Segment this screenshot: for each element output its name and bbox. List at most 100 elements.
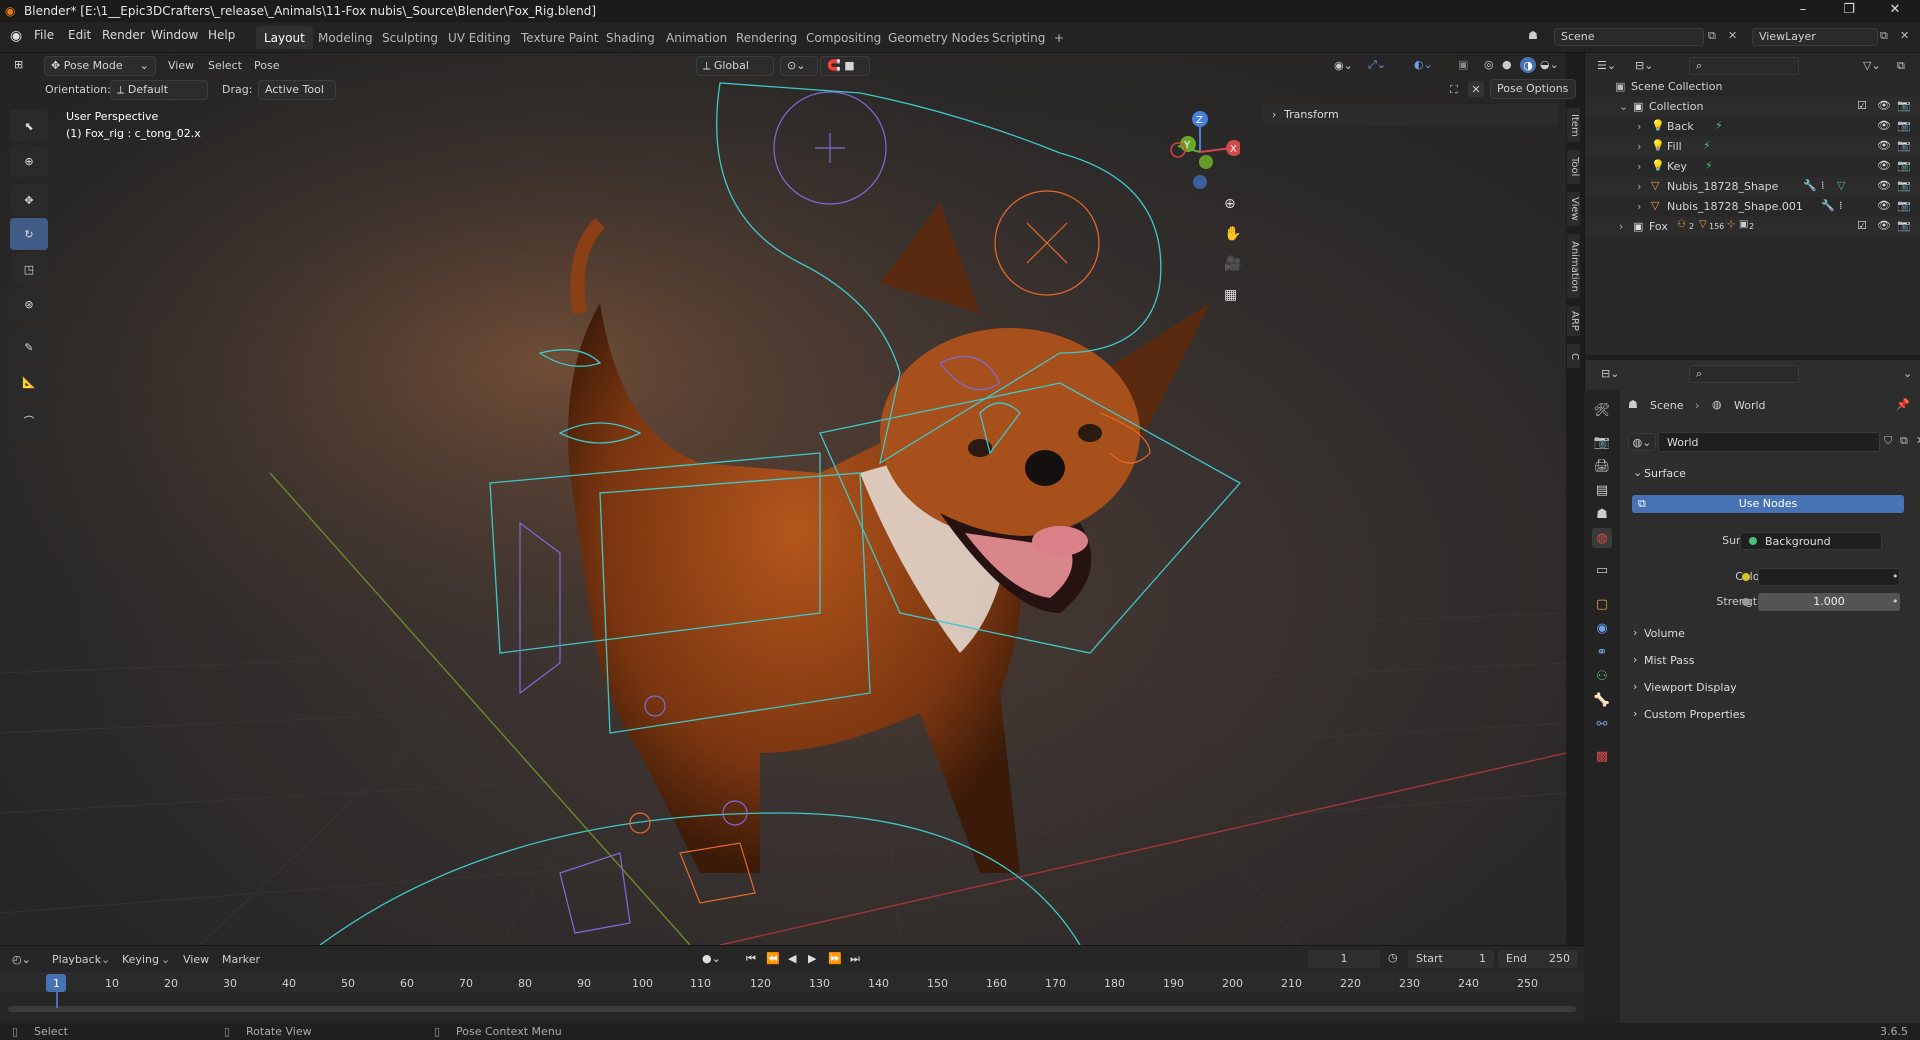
menu-render[interactable]: Render (102, 28, 145, 42)
menu-file[interactable]: File (34, 28, 54, 42)
surface-panel-header[interactable]: ⌄ Surface (1628, 463, 1912, 485)
tab-geometry-nodes[interactable]: Geometry Nodes (880, 26, 997, 49)
outliner-row-back[interactable]: › 💡 Back ⚡ 👁 📷 (1585, 117, 1920, 137)
world-color-swatch[interactable] (1758, 568, 1900, 586)
world-browse-icon[interactable]: ◍⌄ (1628, 433, 1656, 451)
scene-tab-icon[interactable]: ☗ (1592, 504, 1612, 524)
orientation-dropdown[interactable]: ⟂ Default (110, 80, 208, 100)
world-name-field[interactable]: World (1658, 432, 1880, 452)
mode-selector[interactable]: ✥ Pose Mode ⌄ (44, 56, 156, 76)
navigation-gizmo[interactable]: Z X Y (1160, 108, 1240, 198)
wireframe-shading-icon[interactable]: ◎ (1484, 58, 1494, 71)
tab-modeling[interactable]: Modeling (310, 26, 381, 49)
camera-render-icon[interactable]: 📷 (1897, 199, 1911, 212)
play-icon[interactable]: ▶ (808, 952, 816, 965)
properties-editor-icon[interactable]: ⊟⌄ (1601, 367, 1619, 380)
expand-arrow-icon[interactable]: ⌄ (1619, 100, 1628, 113)
scale-tool-button[interactable]: ◳ (10, 253, 48, 285)
menu-help[interactable]: Help (208, 28, 235, 42)
bone-tab-icon[interactable]: 🦴 (1592, 690, 1612, 710)
display-mode-icon[interactable]: ⊟⌄ (1635, 59, 1653, 72)
close-sidebar-icon[interactable]: ✕ (1468, 81, 1484, 97)
delete-viewlayer-icon[interactable]: ✕ (1900, 29, 1909, 42)
menu-marker[interactable]: Marker (222, 953, 260, 966)
measure-tool-button[interactable]: 📐 (10, 366, 48, 398)
npanel-tab-item[interactable]: Item (1566, 108, 1580, 142)
npanel-tab-view[interactable]: View (1566, 192, 1580, 226)
auto-keying-icon[interactable]: ●⌄ (702, 952, 721, 965)
use-nodes-button[interactable]: ⧉ Use Nodes (1632, 495, 1904, 513)
collapse-arrow-icon[interactable]: › (1619, 220, 1623, 233)
surface-shader-field[interactable]: Background (1740, 532, 1882, 550)
outliner-row-collection[interactable]: ⌄ ▣ Collection ☑ 👁 📷 (1585, 97, 1920, 117)
camera-render-icon[interactable]: 📷 (1897, 119, 1911, 132)
timeline-editor-icon[interactable]: ◴⌄ (12, 953, 31, 966)
output-tab-icon[interactable]: 🖨 (1592, 456, 1612, 476)
prev-keyframe-icon[interactable]: ⏪ (766, 952, 780, 965)
pan-hand-icon[interactable]: ✋ (1224, 226, 1241, 242)
current-frame-field[interactable]: 1 (1308, 950, 1380, 968)
custom-properties-panel-header[interactable]: › Custom Properties (1628, 704, 1912, 726)
tab-uv-editing[interactable]: UV Editing (440, 26, 519, 49)
add-workspace-icon[interactable]: + (1046, 26, 1072, 49)
keyframe-dot-icon[interactable]: • (1892, 570, 1899, 583)
volume-panel-header[interactable]: › Volume (1628, 623, 1912, 645)
eye-icon[interactable]: 👁 (1877, 159, 1891, 172)
zoom-icon[interactable]: ⊕ (1224, 196, 1236, 212)
breadcrumb-world[interactable]: World (1734, 399, 1766, 412)
breadcrumb-scene[interactable]: Scene (1650, 399, 1684, 412)
material-shading-icon[interactable]: ◑ (1520, 57, 1536, 73)
relax-pose-tool-button[interactable]: ⌒ (10, 405, 48, 437)
object-tab-icon[interactable]: ▢ (1592, 594, 1612, 614)
world-tab-icon[interactable]: ◍ (1592, 528, 1612, 548)
eye-icon[interactable]: 👁 (1877, 199, 1891, 212)
menu-playback[interactable]: Playback (52, 953, 101, 966)
camera-render-icon[interactable]: 📷 (1897, 99, 1911, 112)
menu-pose[interactable]: Pose (254, 59, 279, 72)
menu-select[interactable]: Select (208, 59, 242, 72)
npanel-transform-header[interactable]: › Transform (1262, 104, 1558, 126)
eye-icon[interactable]: 👁 (1877, 119, 1891, 132)
collapse-arrow-icon[interactable]: › (1637, 180, 1641, 193)
select-tool-button[interactable]: ⬉ (10, 110, 48, 142)
filter-icon[interactable]: ▽⌄ (1863, 59, 1881, 72)
sidebar-pin-icon[interactable]: ⛶ (1450, 83, 1458, 97)
pose-options-dropdown[interactable]: Pose Options (1490, 79, 1576, 99)
jump-start-icon[interactable]: ⏮ (746, 952, 756, 966)
eye-icon[interactable]: 👁 (1877, 99, 1891, 112)
checkbox-icon[interactable]: ☑ (1857, 99, 1867, 112)
physics-tab-icon[interactable]: ◉ (1592, 618, 1612, 638)
npanel-tab-animation[interactable]: Animation (1566, 234, 1580, 298)
collapse-arrow-icon[interactable]: › (1637, 140, 1641, 153)
outliner-row-nubis-shape-001[interactable]: › ▽ Nubis_18728_Shape.001 🔧 ⁞ 👁 📷 (1585, 197, 1920, 217)
fake-user-shield-icon[interactable]: ⛉ (1884, 434, 1892, 448)
collapse-arrow-icon[interactable]: › (1637, 200, 1641, 213)
outliner-row-fill[interactable]: › 💡 Fill ⚡ 👁 📷 (1585, 137, 1920, 157)
viewlayer-field[interactable]: ViewLayer (1752, 28, 1878, 46)
outliner-row-nubis-shape[interactable]: › ▽ Nubis_18728_Shape 🔧 ⁞ ▽ 👁 📷 (1585, 177, 1920, 197)
outliner-editor-icon[interactable]: ☰⌄ (1597, 59, 1616, 72)
npanel-tab-c[interactable]: C (1566, 344, 1580, 368)
menu-keying[interactable]: Keying (122, 953, 159, 966)
chevron-down-icon[interactable]: ⌄ (1903, 367, 1912, 380)
new-viewlayer-icon[interactable]: ⧉ (1880, 29, 1888, 43)
minimize-icon[interactable]: – (1780, 0, 1826, 22)
gizmo-toggle-icon[interactable]: ⤢⌄ (1368, 58, 1386, 72)
menu-view[interactable]: View (168, 59, 194, 72)
view-layer-tab-icon[interactable]: ▤ (1592, 480, 1612, 500)
3d-viewport[interactable] (0, 53, 1566, 945)
npanel-tab-arp[interactable]: ARP (1566, 306, 1580, 336)
outliner-search[interactable]: ⌕ (1689, 57, 1799, 75)
pivot-point-button[interactable]: ⊙⌄ (780, 56, 818, 76)
xray-icon[interactable]: ▣ (1458, 58, 1468, 71)
outliner-row-key[interactable]: › 💡 Key ⚡ 👁 📷 (1585, 157, 1920, 177)
camera-icon[interactable]: 🎥 (1224, 256, 1241, 272)
end-frame-field[interactable]: End 250 (1498, 950, 1578, 968)
data-tab-icon[interactable]: ⚇ (1592, 666, 1612, 686)
tab-compositing[interactable]: Compositing (798, 26, 889, 49)
checkbox-icon[interactable]: ☑ (1857, 219, 1867, 232)
tab-rendering[interactable]: Rendering (728, 26, 805, 49)
collapse-arrow-icon[interactable]: › (1637, 120, 1641, 133)
tab-layout[interactable]: Layout (256, 26, 313, 49)
properties-search[interactable]: ⌕ (1689, 365, 1799, 383)
